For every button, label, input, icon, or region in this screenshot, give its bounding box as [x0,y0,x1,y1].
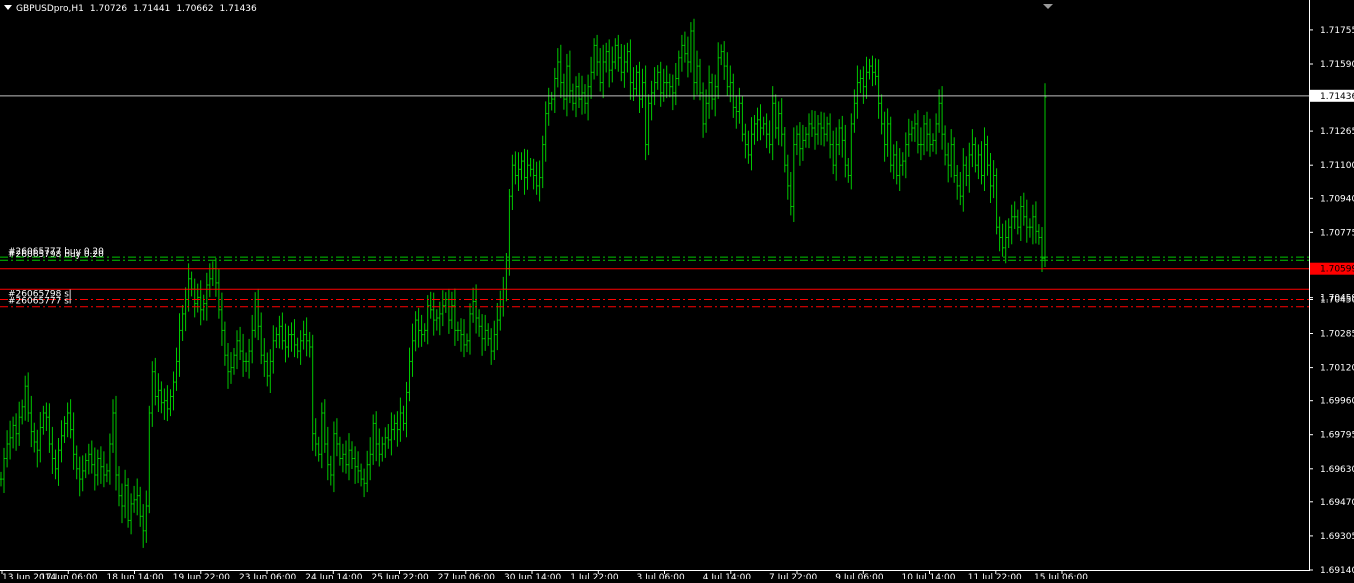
open-price: 1.70726 [89,4,128,14]
time-tick-label: 3 Jul 06:00 [637,573,686,579]
price-tick-label: 1.70285 [1320,330,1354,340]
price-tick-label: 1.71265 [1320,127,1354,137]
symbol-label: GBPUSDpro,H1 [16,4,84,14]
chart-canvas[interactable]: #26065798 buy 0.20#26065777 buy 0.20#260… [0,0,1354,583]
price-tick-label: 1.70450 [1320,296,1354,306]
time-tick-label: 17 Jun 06:00 [40,573,97,579]
low-price: 1.70662 [176,4,214,14]
chart-menu-triangle-icon[interactable] [4,5,12,10]
time-tick-label: 25 Jun 22:00 [372,573,429,579]
price-tick-label: 1.69470 [1320,498,1354,508]
time-tick-label: 27 Jun 06:00 [438,573,495,579]
time-tick-label: 23 Jun 06:00 [239,573,296,579]
price-tick-label: 1.69960 [1320,397,1354,407]
price-tick-label: 1.69795 [1320,431,1354,441]
price-tick-label: 1.70940 [1320,194,1354,204]
time-tick-label: 1 Jul 22:00 [570,573,619,579]
price-tick-label: 1.70120 [1320,364,1354,374]
price-tick-label: 1.70775 [1320,228,1354,238]
close-price: 1.71436 [219,4,257,14]
time-tick-label: 9 Jul 06:00 [835,573,884,579]
price-tag-label: 1.71436 [1320,92,1354,102]
time-tick-label: 10 Jul 14:00 [902,573,956,579]
price-tick: 1.71436 [1310,89,1354,102]
price-chart[interactable]: #26065798 buy 0.20 #26065777 buy 0.20 #260… [0,0,1354,583]
chart-header: GBPUSDpro,H1 1.70726 1.71441 1.70662 1.71436 [4,4,257,15]
order-label: #26065777 buy 0.20 [8,247,104,257]
time-tick-label: 7 Jul 22:00 [769,573,818,579]
time-tick-label: 19 Jun 22:00 [173,573,230,579]
price-tick-label: 1.71590 [1320,60,1354,70]
time-tick-label: 11 Jul 22:00 [968,573,1022,579]
high-price: 1.71441 [133,4,171,14]
price-tick-label: 1.71100 [1320,161,1354,171]
time-tick-label: 15 Jul 06:00 [1034,573,1088,579]
price-tick-label: 1.69630 [1320,465,1354,475]
time-tick-label: 30 Jun 14:00 [504,573,561,579]
order-label: #26065777 sl [8,297,71,307]
price-tick-label: 1.69305 [1320,532,1354,542]
price-tag-label: 1.70599 [1320,265,1354,275]
time-tick-label: 24 Jun 14:00 [305,573,362,579]
time-tick-label: 4 Jul 14:00 [703,573,752,579]
price-tick-label: 1.69140 [1320,566,1354,576]
price-tick: 1.70599 [1310,262,1354,275]
price-tick-label: 1.71755 [1320,26,1354,36]
time-tick-label: 18 Jun 14:00 [107,573,164,579]
